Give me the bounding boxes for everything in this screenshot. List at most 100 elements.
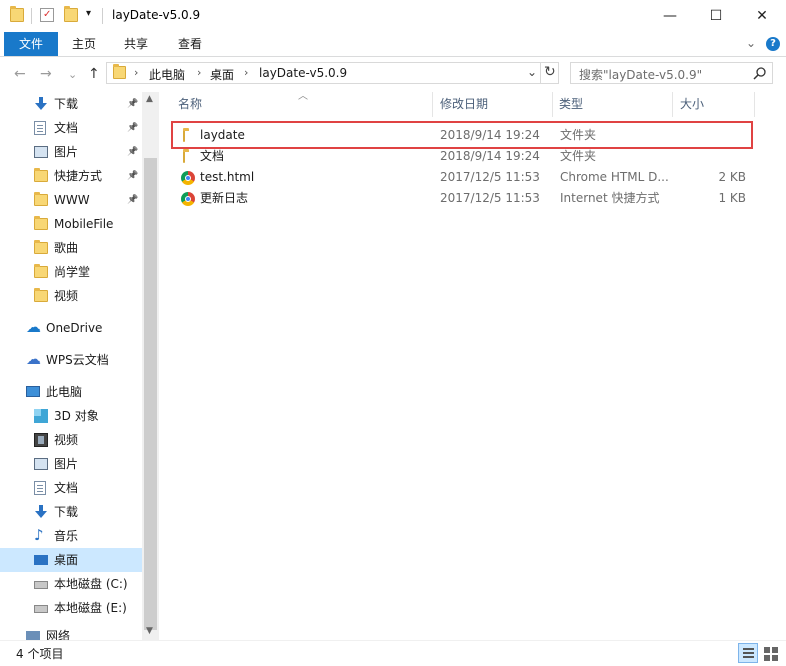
sidebar-item[interactable]: 快捷方式 📌 bbox=[0, 164, 142, 188]
new-folder-icon[interactable] bbox=[64, 6, 78, 22]
file-date: 2017/12/5 11:53 bbox=[440, 191, 540, 205]
sidebar-item[interactable]: 下载 bbox=[0, 500, 142, 524]
sidebar-item[interactable]: 歌曲 bbox=[0, 236, 142, 260]
sidebar-item[interactable]: WWW 📌 bbox=[0, 188, 142, 212]
search-box[interactable]: 搜索"layDate-v5.0.9" bbox=[570, 62, 773, 84]
sidebar-item[interactable]: 尚学堂 bbox=[0, 260, 142, 284]
column-size[interactable]: 大小 bbox=[680, 92, 704, 117]
divider bbox=[540, 63, 541, 83]
forward-button[interactable]: → bbox=[40, 66, 52, 82]
sidebar-item-label: 音乐 bbox=[54, 529, 79, 543]
sidebar-item-label: 3D 对象 bbox=[54, 409, 99, 423]
tab-share[interactable]: 共享 bbox=[114, 32, 158, 56]
scroll-up-icon[interactable]: ▲ bbox=[146, 94, 153, 104]
column-type[interactable]: 类型 bbox=[559, 92, 583, 117]
folder-icon bbox=[113, 64, 126, 79]
folder-icon bbox=[183, 149, 189, 163]
column-divider[interactable] bbox=[754, 92, 755, 117]
sidebar-item[interactable]: 图片 📌 bbox=[0, 140, 142, 164]
address-bar[interactable]: › 此电脑 › 桌面 › layDate-v5.0.9 ⌄ ↻ bbox=[106, 62, 559, 84]
sidebar-item[interactable]: ♪ 音乐 bbox=[0, 524, 142, 548]
back-button[interactable]: ← bbox=[14, 66, 26, 82]
maximize-button[interactable]: ☐ bbox=[693, 0, 739, 31]
search-input[interactable]: 搜索"layDate-v5.0.9" bbox=[579, 66, 702, 83]
sidebar-item[interactable]: 文档 bbox=[0, 476, 142, 500]
file-row[interactable]: 更新日志 2017/12/5 11:53 Internet 快捷方式 1 KB bbox=[175, 188, 755, 209]
highlight-box bbox=[171, 121, 753, 149]
sidebar-item[interactable]: 本地磁盘 (E:) bbox=[0, 596, 142, 620]
quick-access-dropdown-icon[interactable]: ▾ bbox=[86, 8, 91, 19]
folder-icon bbox=[34, 192, 48, 206]
3d-objects-icon bbox=[34, 409, 48, 423]
sidebar-item-label: WPS云文档 bbox=[46, 353, 109, 367]
file-size: 1 KB bbox=[718, 191, 746, 205]
sidebar-item[interactable]: 下载 📌 bbox=[0, 92, 142, 116]
sidebar-item[interactable]: 本地磁盘 (C:) bbox=[0, 572, 142, 596]
search-icon[interactable] bbox=[753, 67, 766, 80]
refresh-icon[interactable]: ↻ bbox=[544, 64, 556, 80]
sidebar-item[interactable]: 视频 bbox=[0, 428, 142, 452]
sidebar-item-label: 图片 bbox=[54, 457, 79, 471]
sidebar-item[interactable]: ☁ WPS云文档 bbox=[0, 348, 142, 372]
sidebar-item-label: 桌面 bbox=[54, 553, 79, 567]
column-divider[interactable] bbox=[672, 92, 673, 117]
file-name: 文档 bbox=[200, 149, 225, 163]
file-type: 文件夹 bbox=[560, 149, 597, 163]
minimize-button[interactable]: — bbox=[647, 0, 693, 31]
document-icon bbox=[34, 121, 46, 135]
file-type: Internet 快捷方式 bbox=[560, 191, 660, 205]
details-view-icon[interactable] bbox=[738, 643, 758, 663]
up-button[interactable]: ↑ bbox=[88, 66, 100, 82]
address-dropdown-icon[interactable]: ⌄ bbox=[527, 65, 537, 79]
document-icon bbox=[34, 481, 46, 495]
sidebar-item[interactable]: 图片 bbox=[0, 452, 142, 476]
large-icons-view-icon[interactable] bbox=[762, 644, 780, 662]
column-date[interactable]: 修改日期 bbox=[440, 92, 488, 117]
sidebar-item[interactable]: ☁ OneDrive bbox=[0, 316, 142, 340]
sidebar-item-label: 此电脑 bbox=[46, 385, 83, 399]
sidebar-item[interactable]: MobileFile bbox=[0, 212, 142, 236]
sidebar-item[interactable]: 文档 📌 bbox=[0, 116, 142, 140]
recent-locations-button[interactable]: ⌄ bbox=[68, 68, 77, 81]
column-divider[interactable] bbox=[432, 92, 433, 117]
music-icon: ♪ bbox=[34, 526, 44, 544]
folder-icon bbox=[34, 240, 48, 254]
column-name[interactable]: 名称 bbox=[178, 92, 202, 117]
nav-pane-scrollbar[interactable]: ▲ ▼ bbox=[142, 92, 159, 640]
tab-view[interactable]: 查看 bbox=[168, 32, 212, 56]
drive-icon bbox=[34, 605, 48, 613]
file-row[interactable]: test.html 2017/12/5 11:53 Chrome HTML D...… bbox=[175, 167, 755, 188]
breadcrumb-separator: › bbox=[244, 66, 249, 79]
properties-icon[interactable]: ✓ bbox=[40, 8, 54, 22]
breadcrumb-separator: › bbox=[197, 66, 202, 79]
chrome-icon bbox=[181, 171, 195, 185]
breadcrumb-separator: › bbox=[134, 66, 139, 79]
sidebar-item[interactable]: 此电脑 bbox=[0, 380, 142, 404]
sidebar-item-label: 视频 bbox=[54, 433, 79, 447]
video-icon bbox=[34, 433, 48, 447]
sidebar-item-label: 快捷方式 bbox=[54, 169, 103, 183]
column-divider[interactable] bbox=[552, 92, 553, 117]
sidebar-item-label: WWW bbox=[54, 193, 90, 207]
help-icon[interactable]: ? bbox=[766, 37, 780, 51]
sidebar-item[interactable]: 3D 对象 bbox=[0, 404, 142, 428]
breadcrumb-desktop[interactable]: 桌面 bbox=[210, 66, 234, 83]
scroll-down-icon[interactable]: ▼ bbox=[146, 626, 153, 636]
file-row[interactable]: 文档 2018/9/14 19:24 文件夹 bbox=[175, 146, 755, 167]
sidebar-item[interactable]: 视频 bbox=[0, 284, 142, 308]
scrollbar-thumb[interactable] bbox=[144, 158, 157, 630]
sidebar-item[interactable]: 桌面 bbox=[0, 548, 142, 572]
breadcrumb-current[interactable]: layDate-v5.0.9 bbox=[259, 66, 347, 80]
tab-home[interactable]: 主页 bbox=[62, 32, 106, 56]
file-name: test.html bbox=[200, 170, 255, 184]
file-type: Chrome HTML D... bbox=[560, 170, 669, 184]
download-icon bbox=[34, 505, 48, 519]
sidebar-item-label: 视频 bbox=[54, 289, 79, 303]
breadcrumb-this-pc[interactable]: 此电脑 bbox=[149, 66, 185, 83]
file-date: 2017/12/5 11:53 bbox=[440, 170, 540, 184]
close-button[interactable]: ✕ bbox=[739, 0, 785, 31]
tab-file[interactable]: 文件 bbox=[4, 32, 58, 56]
expand-ribbon-icon[interactable]: ⌄ bbox=[746, 36, 756, 50]
chrome-shortcut-icon bbox=[181, 192, 195, 206]
pin-icon: 📌 bbox=[127, 171, 139, 181]
